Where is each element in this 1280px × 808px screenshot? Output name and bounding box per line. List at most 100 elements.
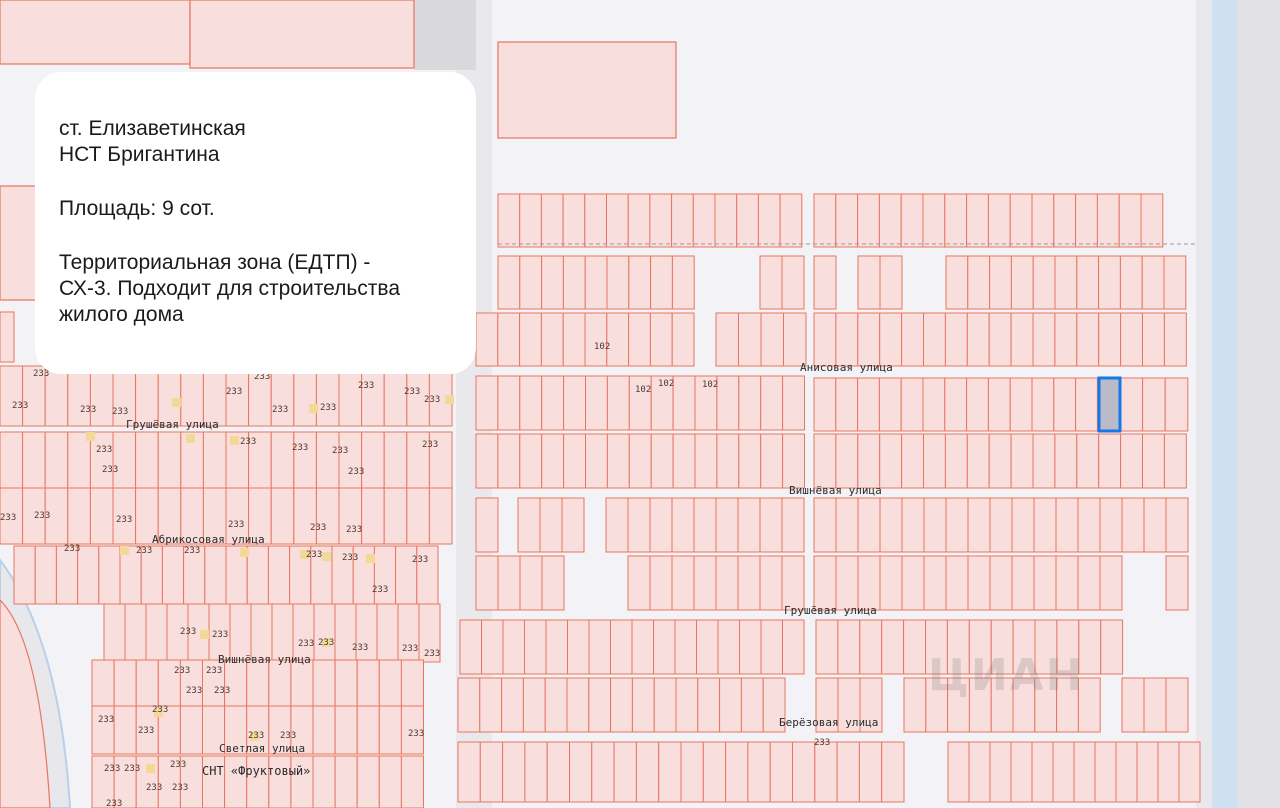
parcel [479,741,504,803]
street-label-vishnevaya-left: Вишнёвая улица [218,653,311,666]
parcel [716,375,740,431]
selected-parcel[interactable] [1097,376,1122,433]
parcel [519,312,542,367]
parcel-number: 102 [702,380,718,390]
parcel [1100,619,1124,675]
parcel [1075,377,1098,432]
parcel [334,659,358,707]
parcel [161,545,185,605]
parcel [457,677,481,733]
parcel [702,741,727,803]
parcel [944,312,968,367]
parcel [383,487,408,545]
street-label-berezovaya: Берёзовая улица [779,716,878,729]
parcel [760,375,784,431]
parcel [355,603,378,663]
parcel [631,619,654,675]
parcel-number: 233 [186,686,202,696]
parcel [315,365,340,427]
parcel [901,497,925,553]
parcel [1011,555,1035,611]
parcel [1031,377,1055,432]
parcel [696,619,719,675]
parcel [378,705,402,755]
parcel [759,555,783,611]
parcel [694,433,718,489]
parcel [502,741,526,803]
parcel [966,377,989,432]
parcel-number: 233 [280,731,296,741]
parcel-number: 233 [352,643,368,653]
parcel [944,193,968,248]
parcel [715,497,739,553]
parcel [501,677,524,733]
parcel [497,193,521,248]
area-line: Площадь: 9 сот. [59,197,215,220]
parcel [591,741,615,803]
parcel [989,741,1012,803]
parcel [569,741,593,803]
parcel [879,497,903,553]
parcel [180,365,204,427]
parcel [857,193,880,248]
parcel [1119,255,1143,310]
parcel-number: 233 [226,387,242,397]
parcel [857,377,880,432]
parcel-number: 233 [170,760,186,770]
parcel [923,497,947,553]
parcel [519,433,543,489]
parcel [91,705,115,755]
street-label-svetlaya: Светлая улица [219,742,305,755]
parcel [1032,433,1056,489]
building-marker [309,404,318,413]
parcel [113,659,137,707]
parcel [1098,255,1121,310]
parcel [1142,312,1165,367]
parcel-number: 233 [240,437,256,447]
parcel [923,433,946,489]
parcel [1157,741,1180,803]
parcel [89,487,114,545]
parcel [671,555,695,611]
parcel [987,377,1011,432]
parcel [675,677,699,733]
parcel [966,312,990,367]
parcel [497,312,521,367]
parcel [672,375,696,431]
street-label-vishnevaya: Вишнёвая улица [789,484,882,497]
parcel [540,193,564,248]
parcel [517,497,541,553]
parcel [519,375,543,431]
parcel [1073,741,1096,803]
parcel [782,433,805,489]
parcel [989,555,1013,611]
parcel-number: 233 [332,446,348,456]
parcel [1142,433,1165,489]
street-label-grushevaya: Грушёвая улица [784,604,877,617]
parcel [1052,741,1075,803]
parcel [760,619,783,675]
parcel [312,705,336,755]
parcel [779,193,803,248]
parcel [546,741,571,803]
parcel-number: 102 [594,342,610,352]
parcel [1033,555,1057,611]
parcel [356,659,380,707]
parcel [1141,255,1165,310]
parcel [716,433,740,489]
parcel [246,545,269,605]
parcel [737,555,761,611]
parcel [610,677,633,733]
parcel [901,433,924,489]
building-marker [230,436,239,445]
parcel-number: 233 [80,405,96,415]
parcel [202,365,227,427]
parcel [1120,312,1143,367]
parcel [361,365,385,427]
parcel [475,433,499,489]
parcel-number: 233 [292,443,308,453]
parcel [835,377,859,432]
parcel [781,255,805,310]
parcel [378,659,402,707]
parcel [715,555,739,611]
